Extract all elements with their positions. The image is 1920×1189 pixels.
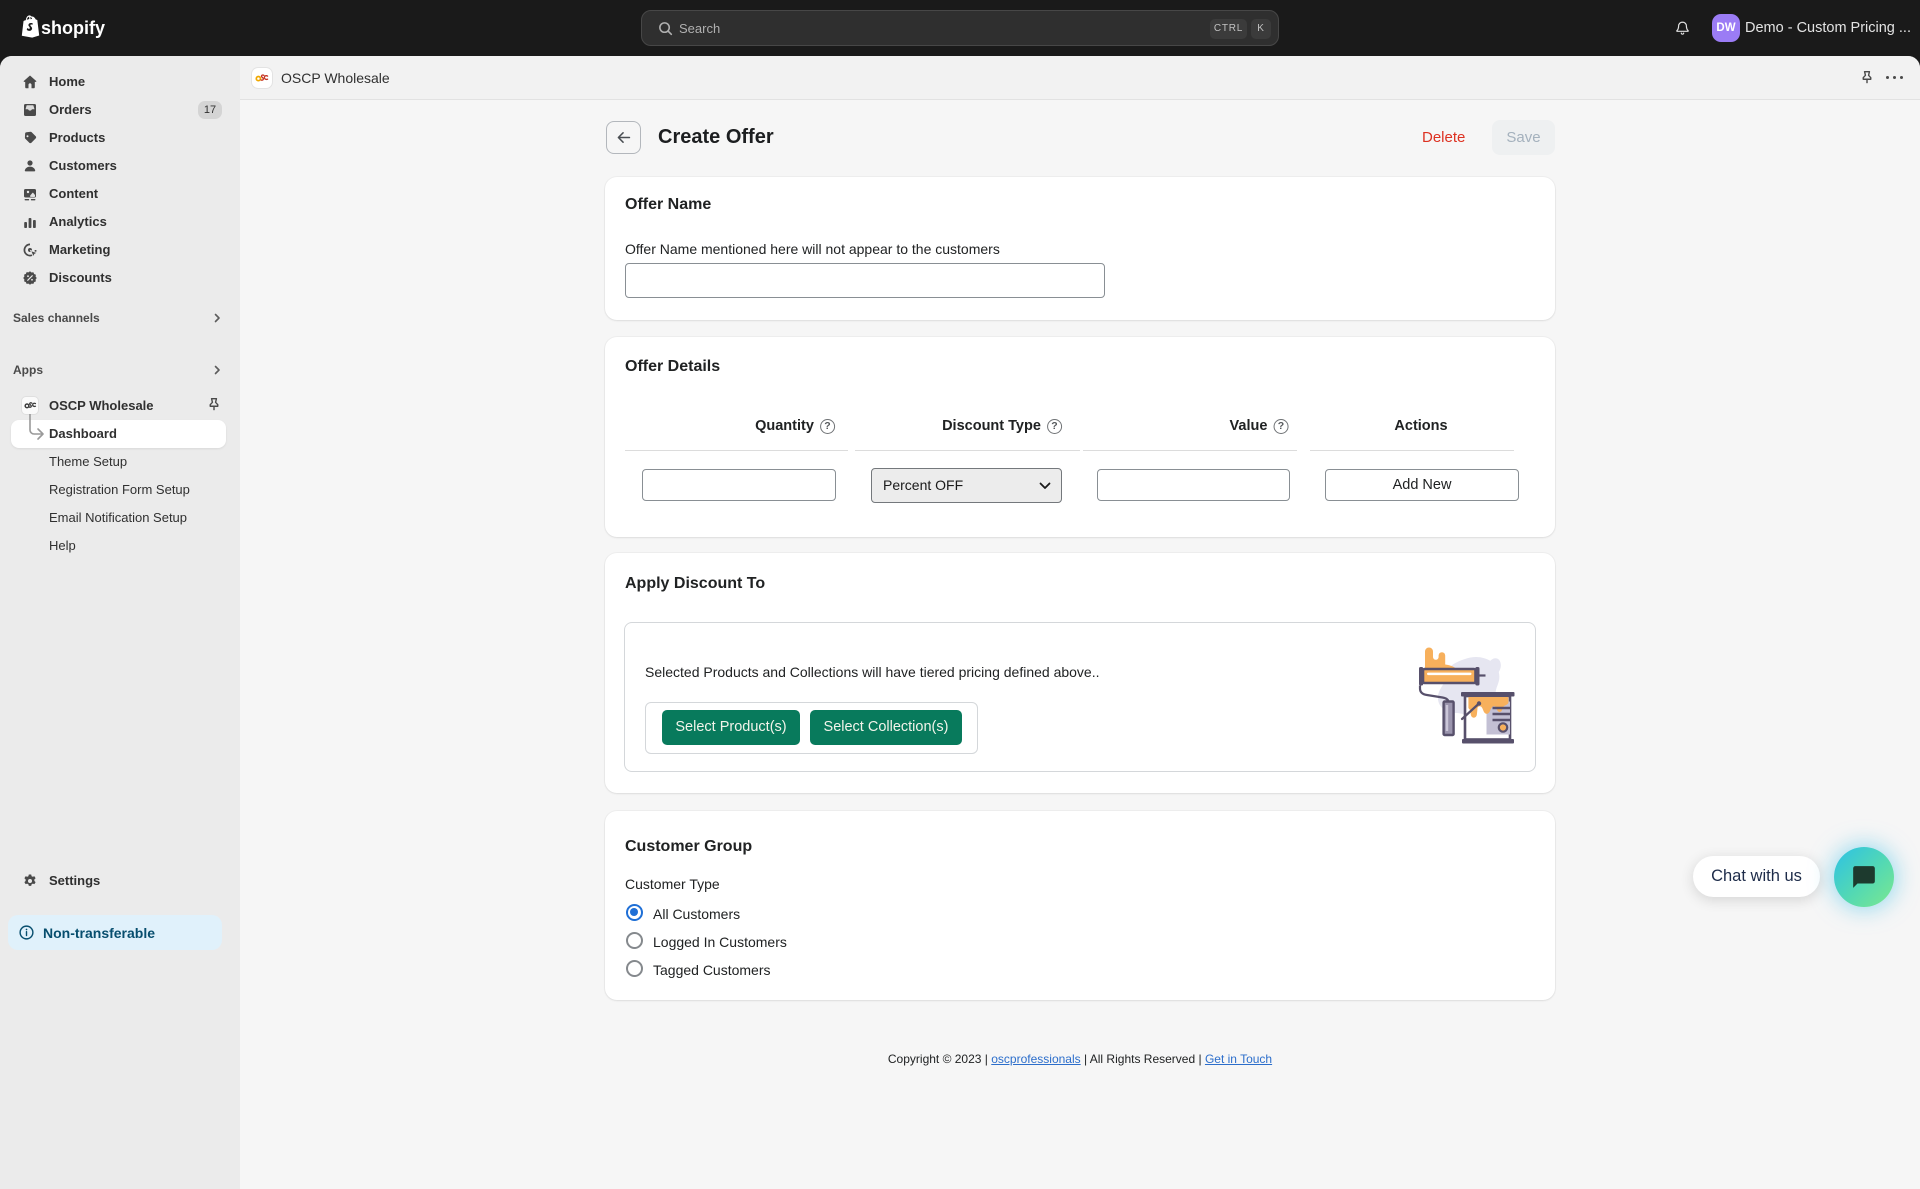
svg-text:shopify: shopify xyxy=(41,18,105,38)
